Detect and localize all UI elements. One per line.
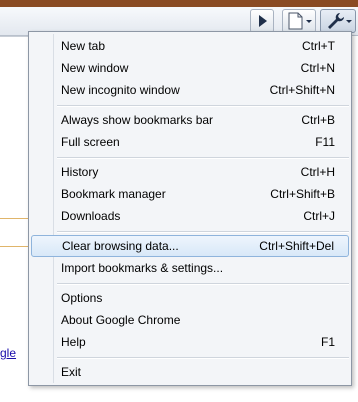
menu-item-shortcut: F1 [320,335,335,349]
menu-item-shortcut: F11 [315,135,335,149]
menu-item-label: New tab [61,39,106,53]
menu-item-shortcut: Ctrl+T [302,39,335,53]
wrench-menu-button[interactable] [320,9,356,33]
play-icon [251,10,273,32]
menu-item-clear-browsing-data[interactable]: Clear browsing data... Ctrl+Shift+Del [31,235,349,257]
menu-item-label: Import bookmarks & settings... [61,261,224,275]
menu-separator [57,357,349,359]
page-menu-icon [283,10,315,32]
menu-item-options[interactable]: Options [31,287,349,309]
menu-item-label: New incognito window [61,83,180,97]
menu-item-label: About Google Chrome [61,313,181,327]
play-button[interactable] [250,9,274,33]
menu-item-about-google-chrome[interactable]: About Google Chrome [31,309,349,331]
menu-item-shortcut: Ctrl+J [303,209,335,223]
menu-item-help[interactable]: Help F1 [31,331,349,353]
menu-item-shortcut: Ctrl+Shift+N [269,83,335,97]
menu-item-label: Always show bookmarks bar [61,113,214,127]
menu-item-exit[interactable]: Exit [31,361,349,383]
page-link[interactable]: gle [0,346,16,360]
page-menu-button[interactable] [282,9,316,33]
browser-frame-strip [0,0,358,7]
page-divider [0,218,28,219]
wrench-menu: New tab Ctrl+T New window Ctrl+N New inc… [28,31,352,386]
page-divider [0,36,28,37]
menu-item-full-screen[interactable]: Full screen F11 [31,131,349,153]
menu-item-bookmark-manager[interactable]: Bookmark manager Ctrl+Shift+B [31,183,349,205]
menu-item-label: Full screen [61,135,120,149]
menu-item-shortcut: Ctrl+Shift+Del [259,239,334,253]
menu-item-new-tab[interactable]: New tab Ctrl+T [31,35,349,57]
wrench-menu-icon [321,10,355,32]
menu-separator [57,283,349,285]
menu-item-label: Help [61,335,86,349]
menu-item-shortcut: Ctrl+H [300,165,335,179]
menu-separator [57,231,349,233]
menu-item-shortcut: Ctrl+B [301,113,335,127]
menu-item-label: Options [61,291,103,305]
menu-separator [57,105,349,107]
menu-item-label: Exit [61,365,82,379]
menu-item-label: Clear browsing data... [62,239,179,253]
menu-item-new-window[interactable]: New window Ctrl+N [31,57,349,79]
menu-item-always-show-bookmarks-bar[interactable]: Always show bookmarks bar Ctrl+B [31,109,349,131]
page-divider [0,246,28,247]
menu-item-downloads[interactable]: Downloads Ctrl+J [31,205,349,227]
menu-separator [57,157,349,159]
menu-item-label: Downloads [61,209,121,223]
menu-item-shortcut: Ctrl+N [300,61,335,75]
menu-item-label: New window [61,61,129,75]
menu-item-new-incognito-window[interactable]: New incognito window Ctrl+Shift+N [31,79,349,101]
menu-item-label: History [61,165,99,179]
menu-item-label: Bookmark manager [61,187,166,201]
menu-item-shortcut: Ctrl+Shift+B [270,187,335,201]
menu-item-import-bookmarks-settings[interactable]: Import bookmarks & settings... [31,257,349,279]
menu-item-history[interactable]: History Ctrl+H [31,161,349,183]
